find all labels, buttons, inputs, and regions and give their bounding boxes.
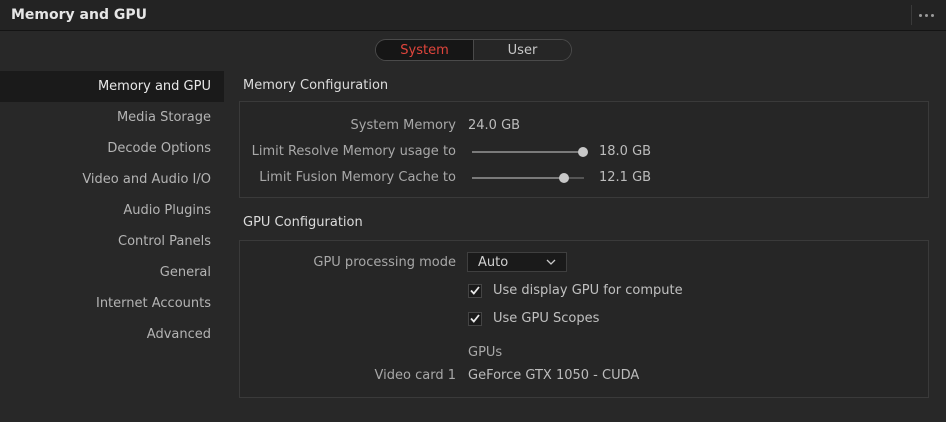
checkmark-icon (470, 286, 480, 295)
window-title: Memory and GPU (11, 7, 147, 23)
sidebar-item-memory-and-gpu[interactable]: Memory and GPU (0, 71, 224, 102)
system-memory-value: 24.0 GB (468, 118, 521, 133)
fusion-cache-value: 12.1 GB (599, 170, 652, 185)
gpus-header: GPUs (468, 345, 503, 360)
gpu-mode-dropdown[interactable]: Auto (467, 252, 567, 272)
sidebar-item-decode-options[interactable]: Decode Options (0, 133, 224, 164)
sidebar-item-video-and-audio-io[interactable]: Video and Audio I/O (0, 164, 224, 195)
tab-user[interactable]: User (474, 40, 571, 60)
scope-toggle: System User (375, 39, 572, 61)
resolve-memory-label: Limit Resolve Memory usage to (251, 144, 456, 159)
display-gpu-option[interactable]: Use display GPU for compute (468, 283, 683, 298)
preferences-window: Memory and GPU System User Memory and GP… (0, 0, 946, 422)
display-gpu-label: Use display GPU for compute (493, 283, 683, 298)
gpu-mode-value: Auto (478, 254, 509, 270)
sidebar-item-control-panels[interactable]: Control Panels (0, 226, 224, 257)
sidebar-item-advanced[interactable]: Advanced (0, 319, 224, 350)
resolve-memory-slider-handle[interactable] (578, 147, 588, 157)
resolve-memory-value: 18.0 GB (599, 144, 652, 159)
fusion-cache-slider[interactable] (472, 173, 584, 183)
gpu-scopes-label: Use GPU Scopes (493, 311, 600, 326)
fusion-cache-slider-fill (472, 177, 564, 179)
sidebar: Memory and GPU Media Storage Decode Opti… (0, 71, 224, 350)
resolve-memory-slider-fill (472, 151, 583, 153)
sidebar-item-general[interactable]: General (0, 257, 224, 288)
more-options-icon[interactable] (911, 5, 940, 25)
system-memory-label: System Memory (350, 118, 456, 133)
gpu-scopes-option[interactable]: Use GPU Scopes (468, 311, 599, 326)
title-bar: Memory and GPU (0, 0, 946, 31)
gpu-panel: GPU processing mode Auto Use display GPU… (239, 240, 929, 398)
gpu-mode-label: GPU processing mode (313, 255, 456, 270)
resolve-memory-slider[interactable] (472, 147, 588, 157)
display-gpu-checkbox[interactable] (468, 283, 482, 298)
fusion-cache-slider-handle[interactable] (559, 173, 569, 183)
sidebar-item-media-storage[interactable]: Media Storage (0, 102, 224, 133)
video-card-value: GeForce GTX 1050 - CUDA (468, 368, 640, 383)
memory-section-title: Memory Configuration (243, 78, 389, 93)
memory-panel: System Memory 24.0 GB Limit Resolve Memo… (239, 101, 929, 198)
tab-system[interactable]: System (376, 40, 474, 60)
chevron-down-icon (546, 259, 556, 265)
fusion-cache-label: Limit Fusion Memory Cache to (259, 170, 456, 185)
sidebar-item-internet-accounts[interactable]: Internet Accounts (0, 288, 224, 319)
checkmark-icon (470, 314, 480, 323)
gpu-scopes-checkbox[interactable] (468, 311, 482, 326)
gpu-section-title: GPU Configuration (243, 215, 363, 230)
video-card-label: Video card 1 (374, 368, 456, 383)
sidebar-item-audio-plugins[interactable]: Audio Plugins (0, 195, 224, 226)
